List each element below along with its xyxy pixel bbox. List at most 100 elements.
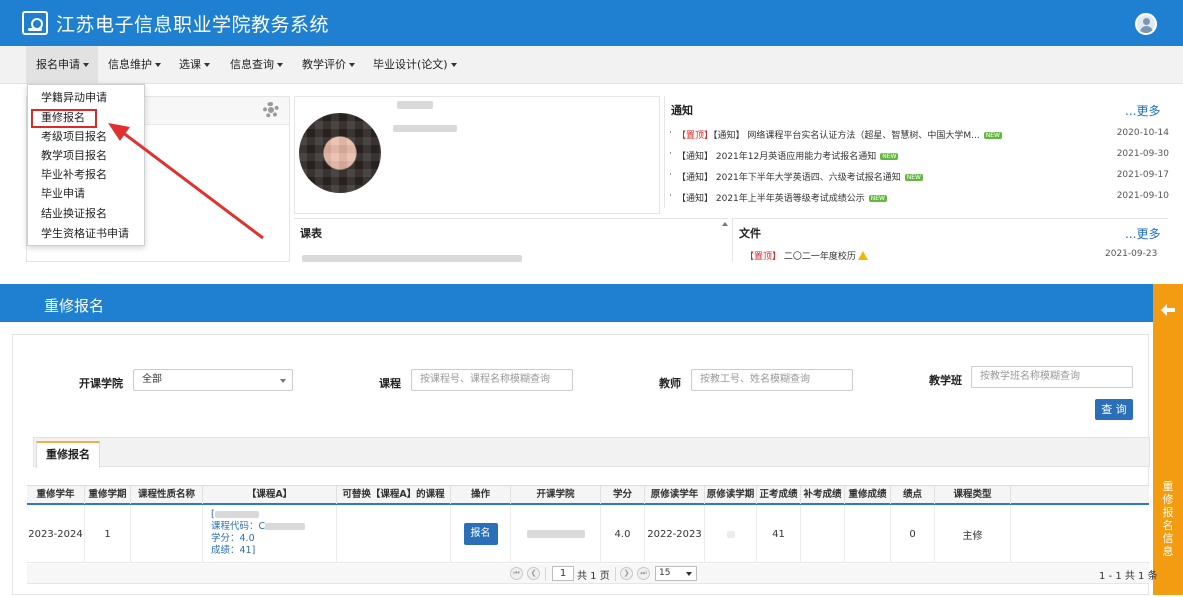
notice-date: 2020-10-14 bbox=[1116, 128, 1169, 138]
nav-info-maintenance[interactable]: 信息维护 bbox=[108, 46, 161, 84]
cell-course-type: 主修 bbox=[935, 505, 1011, 563]
profile-panel bbox=[294, 96, 660, 214]
th-action[interactable]: 操作 bbox=[451, 486, 511, 504]
cell-retake-score bbox=[845, 505, 891, 563]
retake-table: 重修学年 重修学期 课程性质名称 【课程A】 可替换【课程A】的课程 操作 开课… bbox=[27, 485, 1158, 597]
last-page-icon[interactable]: ⏭ bbox=[637, 567, 650, 580]
menu-item-graduation-makeup[interactable]: 毕业补考报名 bbox=[41, 166, 107, 184]
cell-alternative-course bbox=[337, 505, 451, 563]
menu-item-grade-exam[interactable]: 考级项目报名 bbox=[41, 128, 107, 146]
blurred-term bbox=[726, 530, 735, 538]
caret-down-icon bbox=[686, 572, 692, 576]
profile-photo bbox=[299, 113, 381, 193]
side-info-tab[interactable]: 重修报名信息 bbox=[1153, 284, 1183, 595]
th-retake-term[interactable]: 重修学期 bbox=[85, 486, 131, 504]
th-exam-score[interactable]: 正考成绩 bbox=[757, 486, 801, 504]
th-gpa[interactable]: 绩点 bbox=[891, 486, 935, 504]
course-a-score: 成绩：41] bbox=[211, 545, 256, 556]
app-title: 江苏电子信息职业学院教务系统 bbox=[56, 14, 330, 36]
class-search-input[interactable]: 按教学班名称模糊查询 bbox=[971, 366, 1133, 388]
blurred-info bbox=[393, 125, 457, 132]
notice-label: 【通知】 2021年上半年英语等级考试成绩公示 bbox=[677, 194, 865, 204]
notice-text: 【通知】 2021年上半年英语等级考试成绩公示 NEW bbox=[677, 191, 887, 204]
notice-label: 【通知】 2021年下半年大学英语四、六级考试报名通知 bbox=[677, 173, 901, 183]
user-avatar-icon[interactable] bbox=[1135, 13, 1157, 35]
th-alternative-course[interactable]: 可替换【课程A】的课程 bbox=[337, 486, 451, 504]
nav-enrollment-application[interactable]: 报名申请 bbox=[26, 46, 98, 84]
teacher-search-input[interactable]: 按教工号、姓名模糊查询 bbox=[691, 369, 853, 391]
nav-info-query[interactable]: 信息查询 bbox=[230, 46, 283, 84]
nav-label: 信息查询 bbox=[230, 58, 274, 71]
menu-item-certificate-exchange[interactable]: 结业换证报名 bbox=[41, 205, 107, 223]
notice-text: 【通知】 2021年12月英语应用能力考试报名通知 NEW bbox=[677, 149, 899, 162]
table-row[interactable]: 2023-2024 1 [ 课程代码：C 学分：4.0 成绩：41] 报名 4. bbox=[27, 505, 1149, 563]
pagination-bar: ⏮ ❮ 1 共 1 页 ❯ ⏭ 15 1 - 1 共 1 条 bbox=[27, 564, 1158, 584]
menu-item-status-change[interactable]: 学籍异动申请 bbox=[41, 89, 107, 107]
th-course-type[interactable]: 课程类型 bbox=[935, 486, 1011, 504]
cell-original-year: 2022-2023 bbox=[645, 505, 705, 563]
notice-more-link[interactable]: ...更多 bbox=[1125, 102, 1160, 119]
bullet: · bbox=[669, 128, 672, 138]
schedule-title: 课表 bbox=[300, 227, 322, 240]
th-makeup-score[interactable]: 补考成绩 bbox=[801, 486, 845, 504]
cell-action: 报名 bbox=[451, 505, 511, 563]
th-course-a[interactable]: 【课程A】 bbox=[203, 486, 337, 504]
page-size-select[interactable]: 15 bbox=[655, 566, 697, 581]
nav-course-selection[interactable]: 选课 bbox=[179, 46, 210, 84]
menu-item-teaching-project[interactable]: 教学项目报名 bbox=[41, 147, 107, 165]
bottom-screenshot: 重修报名 重修报名信息 开课学院 全部 课程 按课程号、课程名称模糊查询 教师 … bbox=[0, 284, 1183, 595]
prev-page-icon[interactable]: ❮ bbox=[527, 567, 540, 580]
next-page-icon[interactable]: ❯ bbox=[620, 567, 633, 580]
first-page-icon[interactable]: ⏮ bbox=[510, 567, 523, 580]
th-original-year[interactable]: 原修读学年 bbox=[645, 486, 705, 504]
cell-course-a[interactable]: [ 课程代码：C 学分：4.0 成绩：41] bbox=[203, 505, 337, 563]
files-more-link[interactable]: ...更多 bbox=[1125, 225, 1160, 242]
scroll-up-icon[interactable] bbox=[722, 222, 728, 226]
notice-item[interactable]: · 【置顶】【通知】 网络课程平台实名认证方法（超星、智慧树、中国大学M... N… bbox=[669, 128, 1169, 148]
notice-item[interactable]: · 【通知】 2021年12月英语应用能力考试报名通知 NEW 2021-09-3… bbox=[669, 149, 1169, 169]
th-retake-year[interactable]: 重修学年 bbox=[27, 486, 85, 504]
caret-down-icon bbox=[204, 63, 210, 67]
main-content: 开课学院 全部 课程 按课程号、课程名称模糊查询 教师 按教工号、姓名模糊查询 … bbox=[12, 334, 1158, 597]
course-search-input[interactable]: 按课程号、课程名称模糊查询 bbox=[411, 369, 573, 391]
nav-label: 信息维护 bbox=[108, 58, 152, 71]
th-retake-score[interactable]: 重修成绩 bbox=[845, 486, 891, 504]
enroll-button[interactable]: 报名 bbox=[463, 523, 498, 545]
college-select[interactable]: 全部 bbox=[133, 369, 293, 391]
nav-teaching-evaluation[interactable]: 教学评价 bbox=[302, 46, 355, 84]
page-size-value: 15 bbox=[659, 568, 671, 578]
page-number-input[interactable]: 1 bbox=[552, 566, 574, 581]
caret-down-icon bbox=[450, 63, 457, 67]
bullet: · bbox=[669, 191, 672, 201]
notice-item[interactable]: · 【通知】 2021年上半年英语等级考试成绩公示 NEW 2021-09-10 bbox=[669, 191, 1169, 211]
bullet: · bbox=[669, 170, 672, 180]
menu-item-graduation-apply[interactable]: 毕业申请 bbox=[41, 185, 85, 203]
file-item[interactable]: 【置顶】 二〇二一年度校历 bbox=[745, 249, 868, 262]
back-arrow-icon[interactable] bbox=[1161, 304, 1175, 316]
caret-down-icon bbox=[280, 379, 286, 383]
th-original-term[interactable]: 原修读学期 bbox=[705, 486, 757, 504]
side-tab-label: 重修报名信息 bbox=[1162, 480, 1174, 558]
new-badge: NEW bbox=[983, 132, 1002, 139]
notice-text: 【通知】 2021年下半年大学英语四、六级考试报名通知 NEW bbox=[677, 170, 923, 183]
tabs-bar: 重修报名 bbox=[33, 437, 1150, 468]
new-badge: NEW bbox=[880, 153, 899, 160]
table-header: 重修学年 重修学期 课程性质名称 【课程A】 可替换【课程A】的课程 操作 开课… bbox=[27, 485, 1149, 505]
course-a-bracket: [ bbox=[211, 509, 336, 521]
notice-item[interactable]: · 【通知】 2021年下半年大学英语四、六级考试报名通知 NEW 2021-09… bbox=[669, 170, 1169, 190]
th-credit[interactable]: 学分 bbox=[601, 486, 645, 504]
tab-retake-enrollment[interactable]: 重修报名 bbox=[36, 441, 100, 468]
main-nav: 报名申请 信息维护 选课 信息查询 教学评价 毕业设计(论文) bbox=[0, 46, 1183, 84]
blurred-college bbox=[526, 530, 585, 538]
course-a-code: 课程代码：C bbox=[211, 521, 336, 533]
cell-original-term bbox=[705, 505, 757, 563]
annotation-arrow bbox=[108, 123, 264, 240]
nav-graduation-design[interactable]: 毕业设计(论文) bbox=[373, 46, 457, 84]
query-button[interactable]: 查 询 bbox=[1095, 399, 1133, 420]
highlight-box bbox=[31, 109, 97, 128]
cell-college bbox=[511, 505, 601, 563]
file-label: 二〇二一年度校历 bbox=[783, 252, 856, 262]
th-college[interactable]: 开课学院 bbox=[511, 486, 601, 504]
arrow-shaft bbox=[121, 130, 264, 240]
th-course-nature[interactable]: 课程性质名称 bbox=[131, 486, 203, 504]
